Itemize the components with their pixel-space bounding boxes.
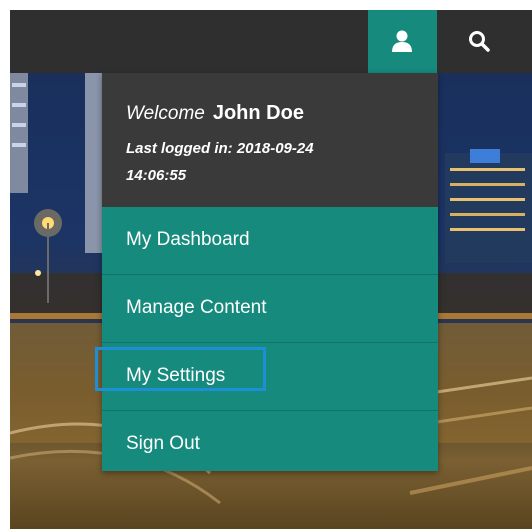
user-name: John Doe (212, 102, 304, 124)
menu-item-my-dashboard[interactable]: My Dashboard (102, 207, 438, 275)
menu-item-sign-out[interactable]: Sign Out (102, 411, 438, 479)
user-dropdown-menu: Welcome John Doe Last logged in: 2018-09-… (102, 73, 438, 471)
menu-item-label: Sign Out (126, 433, 200, 454)
menu-item-my-settings[interactable]: My Settings (102, 343, 438, 411)
top-navigation-bar (10, 10, 532, 73)
menu-item-label: My Settings (126, 365, 226, 386)
menu-item-label: My Dashboard (126, 229, 250, 250)
menu-item-manage-content[interactable]: Manage Content (102, 275, 438, 343)
welcome-line: Welcome John Doe (126, 102, 304, 125)
user-menu-button[interactable] (368, 10, 437, 73)
menu-item-label: Manage Content (126, 297, 267, 318)
user-icon (392, 30, 412, 52)
search-button[interactable] (437, 10, 532, 73)
app-frame: Welcome John Doe Last logged in: 2018-09-… (10, 10, 532, 529)
welcome-text: Welcome (126, 103, 205, 124)
last-logged-in-text: Last logged in: 2018-09-24 14:06:55 (126, 140, 314, 184)
search-icon (469, 31, 490, 52)
user-info-panel: Welcome John Doe Last logged in: 2018-09-… (102, 73, 438, 207)
